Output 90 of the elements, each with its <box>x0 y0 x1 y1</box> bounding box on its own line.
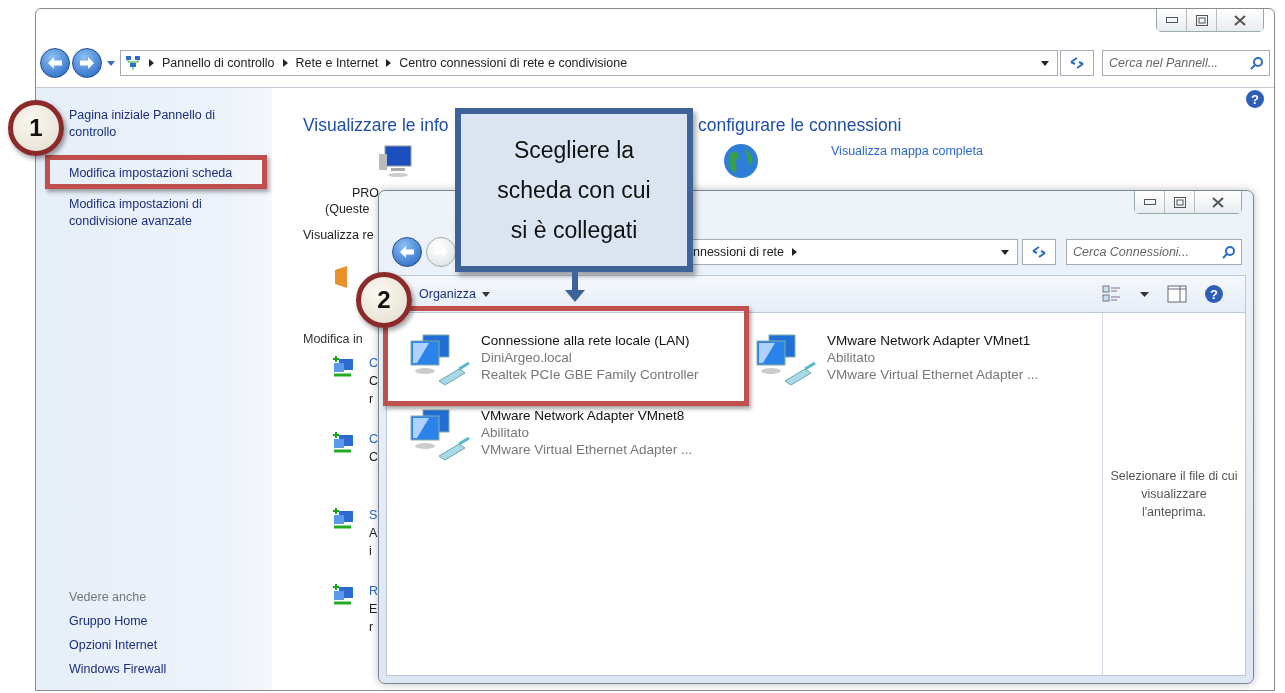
restore-icon <box>1173 196 1186 208</box>
section-label: Visualizza re <box>303 228 374 242</box>
view-icon[interactable] <box>1102 285 1122 303</box>
connection-name: VMware Network Adapter VMnet1 <box>827 333 1032 348</box>
sidebar-link[interactable]: Modifica impostazioni scheda <box>69 165 264 182</box>
task-description: r <box>369 620 375 634</box>
breadcrumb[interactable]: Rete e Internet <box>295 56 379 70</box>
back-button[interactable] <box>392 237 422 267</box>
see-also-link[interactable]: Opzioni Internet <box>69 638 272 652</box>
task-description: i <box>369 544 373 558</box>
close-icon <box>1212 196 1224 208</box>
connection-status: DiniArgeo.local <box>481 350 573 365</box>
close-icon <box>1234 14 1246 26</box>
adapter-name: Realtek PCIe GBE Family Controller <box>481 367 699 382</box>
callout-text: scheda con cui <box>497 176 651 205</box>
section-heading: Modifica in <box>303 332 363 346</box>
search-field[interactable]: Cerca nel Pannell... <box>1102 50 1270 76</box>
callout-text: Scegliere la <box>513 136 635 165</box>
refresh-button[interactable] <box>1060 50 1094 76</box>
connection-status: Abilitato <box>827 350 877 365</box>
restore-icon <box>1195 14 1208 26</box>
sidebar-link[interactable]: Modifica impostazioni di condivisione avanzate <box>69 196 264 230</box>
task-link[interactable]: C <box>369 432 379 446</box>
preview-pane-icon[interactable] <box>1167 285 1187 303</box>
see-also-link[interactable]: Windows Firewall <box>69 662 272 676</box>
maximize-button[interactable] <box>1165 191 1195 213</box>
search-icon[interactable] <box>1222 245 1236 259</box>
sidebar-link[interactable]: Pagina iniziale Pannello di controllo <box>69 107 264 141</box>
minimize-button[interactable] <box>1135 191 1165 213</box>
chevron-icon <box>282 59 288 67</box>
computer-label: PRO <box>352 186 380 200</box>
connection-item[interactable]: Connessione alla rete locale (LAN) DiniArgeo.local Realtek PCIe GBE Family Controller <box>409 333 699 399</box>
see-also-heading: Vedere anche <box>69 590 148 604</box>
step-badge: 1 <box>8 100 64 156</box>
computer-icon <box>377 144 413 178</box>
left-arrow-icon <box>399 245 415 259</box>
adapter-name: VMware Virtual Ethernet Adapter ... <box>827 367 1039 382</box>
see-also-link[interactable]: Gruppo Home <box>69 614 272 628</box>
minimize-icon <box>1143 199 1156 205</box>
map-link[interactable]: Visualizza mappa completa <box>831 144 983 158</box>
right-arrow-icon <box>433 245 449 259</box>
page-heading: Visualizzare le info <box>303 115 450 136</box>
preview-message: Selezionare il file di cui visualizzare l'anteprima. <box>1109 468 1239 521</box>
close-button[interactable] <box>1217 9 1263 31</box>
caret-icon[interactable] <box>107 60 115 66</box>
task-link[interactable]: S <box>369 508 378 522</box>
breadcrumb[interactable]: nnessioni di rete <box>693 245 785 259</box>
connection-name: Connessione alla rete locale (LAN) <box>481 333 691 348</box>
caret-icon <box>482 291 490 297</box>
caret-icon[interactable] <box>1140 291 1149 297</box>
chevron-icon <box>792 248 798 256</box>
refresh-icon <box>1031 245 1047 259</box>
globe-icon <box>723 143 759 179</box>
connection-status: Abilitato <box>481 425 531 440</box>
task-description: E <box>369 602 379 616</box>
minimize-icon <box>1165 17 1178 23</box>
task-description: A <box>369 526 378 540</box>
close-button[interactable] <box>1195 191 1241 213</box>
chevron-icon <box>386 59 392 67</box>
connection-item[interactable]: VMware Network Adapter VMnet8 Abilitato VMware Virtual Ethernet Adapter ... <box>409 408 693 474</box>
minimize-button[interactable] <box>1157 9 1187 31</box>
right-arrow-icon <box>79 56 95 70</box>
computer-label: (Queste <box>325 202 370 216</box>
adapter-name: VMware Virtual Ethernet Adapter ... <box>481 442 693 457</box>
page-heading: configurare le connessioni <box>698 115 903 136</box>
refresh-button[interactable] <box>1022 239 1056 265</box>
help-button[interactable]: ? <box>1205 285 1223 303</box>
search-icon[interactable] <box>1250 56 1264 70</box>
dropdown-icon[interactable] <box>1001 249 1009 255</box>
task-link[interactable]: R <box>369 584 379 598</box>
help-button[interactable]: ? <box>1246 90 1264 108</box>
address-bar[interactable]: Pannello di controllo Rete e Internet Centro connessioni di rete e condivisione <box>120 50 1058 76</box>
task-link[interactable]: C <box>369 356 379 370</box>
organize-menu[interactable]: Organizza <box>419 287 490 301</box>
dropdown-icon[interactable] <box>1041 60 1049 66</box>
breadcrumb[interactable]: Centro connessioni di rete e condivisione <box>399 56 628 70</box>
refresh-icon <box>1069 56 1085 70</box>
back-button[interactable] <box>40 48 70 78</box>
chevron-icon <box>149 59 154 67</box>
task-description: r <box>369 392 375 406</box>
search-field[interactable]: Cerca Connessioni... <box>1066 239 1242 265</box>
task-description: C <box>369 374 379 388</box>
breadcrumb[interactable]: Pannello di controllo <box>162 56 275 70</box>
connection-item[interactable]: VMware Network Adapter VMnet1 Abilitato VMware Virtual Ethernet Adapter ... <box>755 333 1039 399</box>
left-arrow-icon <box>47 56 63 70</box>
connection-name: VMware Network Adapter VMnet8 <box>481 408 686 423</box>
task-description: C <box>369 450 379 464</box>
forward-button[interactable] <box>72 48 102 78</box>
maximize-button[interactable] <box>1187 9 1217 31</box>
forward-button[interactable] <box>426 237 456 267</box>
